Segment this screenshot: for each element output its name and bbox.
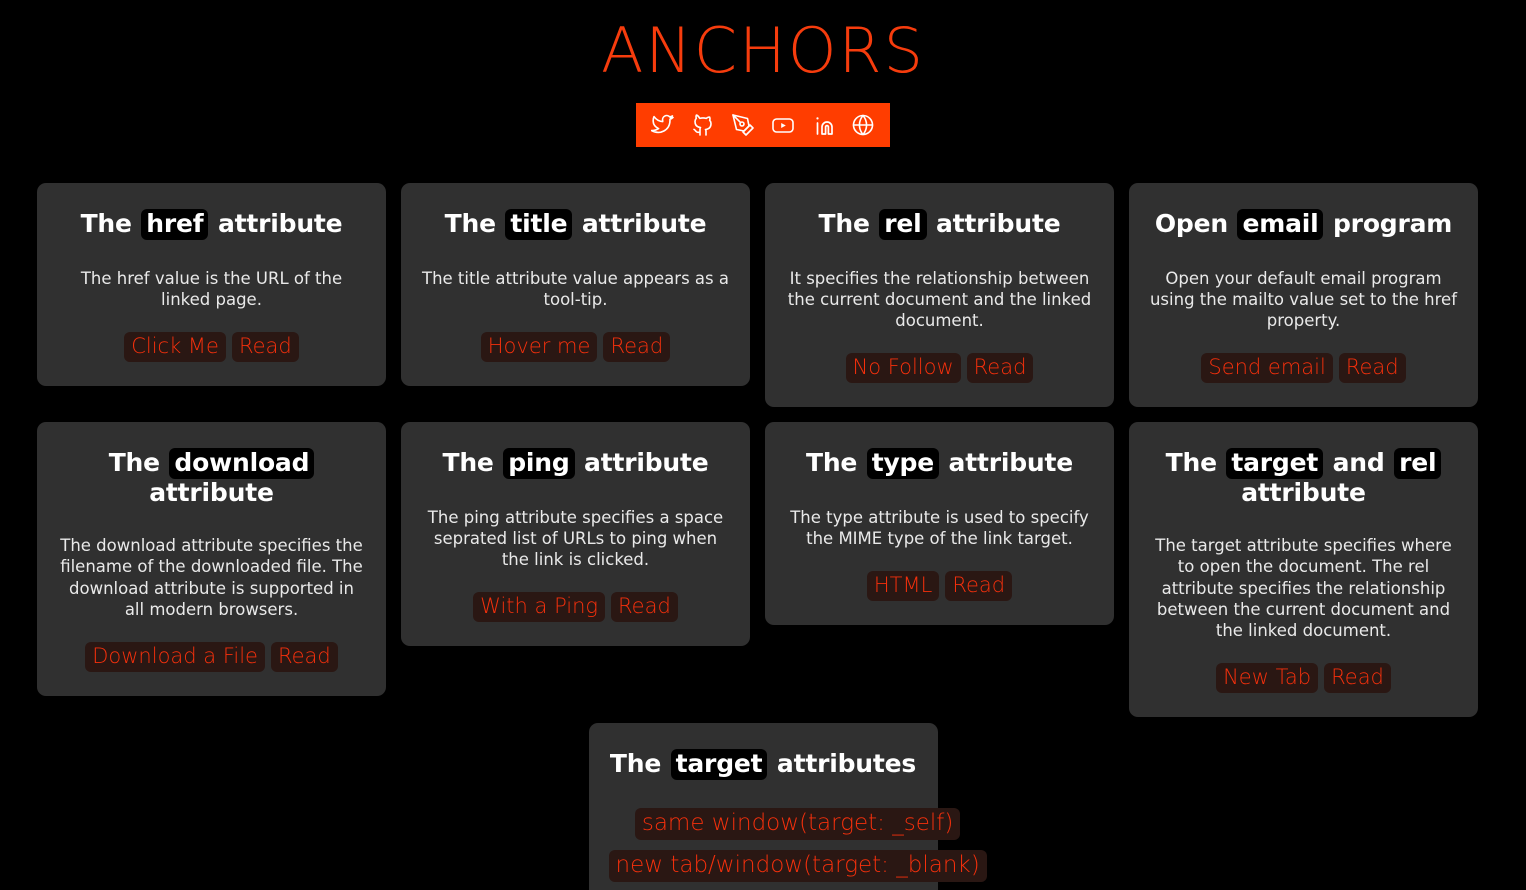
card-type: The type attribute The type attribute is… — [765, 421, 1114, 625]
title-keyword: download — [169, 447, 315, 479]
action-link[interactable]: No Follow — [845, 353, 961, 383]
title-prefix: The — [1165, 447, 1227, 477]
pen-tool-icon[interactable] — [730, 112, 756, 138]
title-suffix: attributes — [767, 749, 917, 778]
card-title: The rel attribute — [785, 209, 1094, 240]
title-prefix: The — [609, 749, 671, 778]
title-prefix: The — [108, 447, 170, 477]
title-suffix: attribute — [1241, 477, 1366, 507]
card-description: It specifies the relationship between th… — [787, 268, 1092, 330]
read-link[interactable]: Read — [270, 641, 338, 672]
title-suffix: attribute — [572, 209, 707, 238]
action-link[interactable]: New Tab — [1216, 662, 1319, 693]
target-self-link[interactable]: same window(target: _self) — [634, 807, 961, 840]
card-links: Click Me Read — [57, 331, 366, 362]
card-links: New Tab Read — [1149, 662, 1458, 693]
card-links: Send email Read — [1149, 353, 1458, 383]
social-bar-wrapper — [0, 103, 1526, 147]
title-prefix: The — [805, 447, 867, 477]
card-title: The href attribute — [57, 209, 366, 240]
title-prefix: The — [442, 447, 504, 477]
card-download: The download attribute The download attr… — [37, 421, 386, 696]
card-target-attributes: The target attributes same window(target… — [588, 723, 987, 890]
read-link[interactable]: Read — [1338, 353, 1406, 383]
card-links: With a Ping Read — [421, 591, 730, 622]
twitter-icon[interactable] — [650, 112, 676, 138]
title-keyword: ping — [503, 447, 575, 479]
card-description: The title attribute value appears as a t… — [422, 268, 729, 309]
read-link[interactable]: Read — [603, 331, 671, 362]
bottom-card-wrapper: The target attributes same window(target… — [0, 723, 1526, 890]
title-keyword: type — [866, 447, 940, 479]
card-description: The download attribute specifies the fil… — [60, 536, 363, 619]
card-ping: The ping attribute The ping attribute sp… — [401, 421, 750, 646]
globe-icon[interactable] — [850, 112, 876, 138]
anchors-page: ANCHORS The href attribute The href valu… — [0, 0, 1526, 890]
title-suffix: attribute — [149, 477, 274, 507]
read-link[interactable]: Read — [966, 353, 1034, 383]
read-link[interactable]: Read — [611, 591, 678, 622]
title-keyword: rel — [879, 209, 927, 240]
title-keyword-secondary: rel — [1394, 447, 1442, 479]
cards-grid: The href attribute The href value is the… — [37, 183, 1489, 717]
card-title: The target attributes — [609, 749, 918, 780]
title-middle: and — [1323, 447, 1395, 477]
card-email: Open email program Open your default ema… — [1129, 183, 1478, 407]
card-title-attribute: The title attribute The title attribute … — [401, 183, 750, 386]
card-href: The href attribute The href value is the… — [37, 183, 386, 386]
card-title: The title attribute — [421, 209, 730, 240]
title-suffix: attribute — [939, 447, 1074, 477]
target-blank-link[interactable]: new tab/window(target: _blank) — [608, 849, 987, 882]
youtube-icon[interactable] — [770, 112, 796, 138]
read-link[interactable]: Read — [945, 570, 1013, 601]
action-link[interactable]: With a Ping — [473, 591, 606, 622]
card-description: The target attribute specifies where to … — [1155, 536, 1452, 640]
title-prefix: The — [444, 209, 506, 238]
card-links: Hover me Read — [421, 331, 730, 362]
card-title: The ping attribute — [421, 447, 730, 479]
title-prefix: The — [818, 209, 880, 238]
card-links: No Follow Read — [785, 353, 1094, 383]
card-title: The download attribute — [57, 447, 366, 508]
action-link[interactable]: Send email — [1201, 353, 1333, 383]
action-link[interactable]: Download a File — [85, 641, 265, 672]
title-suffix: attribute — [926, 209, 1061, 238]
social-bar — [636, 103, 890, 147]
card-title: The target and rel attribute — [1149, 447, 1458, 508]
action-link[interactable]: Click Me — [124, 331, 226, 362]
card-links: HTML Read — [785, 570, 1094, 601]
card-description: The ping attribute specifies a space sep… — [427, 507, 724, 569]
title-prefix: The — [80, 209, 142, 238]
linkedin-icon[interactable] — [810, 112, 836, 138]
card-links: Download a File Read — [57, 641, 366, 672]
card-description: Open your default email program using th… — [1149, 268, 1458, 330]
title-keyword: href — [141, 209, 209, 240]
card-links: same window(target: _self) new tab/windo… — [608, 807, 987, 882]
title-keyword: title — [505, 209, 573, 240]
card-description: The href value is the URL of the linked … — [80, 268, 343, 309]
title-suffix: program — [1323, 209, 1453, 238]
card-rel: The rel attribute It specifies the relat… — [765, 183, 1114, 407]
title-keyword: email — [1237, 209, 1324, 240]
card-target-rel: The target and rel attribute The target … — [1129, 421, 1478, 717]
card-description: The type attribute is used to specify th… — [790, 507, 1089, 548]
card-title: The type attribute — [785, 447, 1094, 479]
title-suffix: attribute — [208, 209, 343, 238]
title-prefix: Open — [1154, 209, 1238, 238]
title-keyword: target — [1226, 447, 1324, 479]
page-title: ANCHORS — [601, 14, 925, 87]
github-icon[interactable] — [690, 112, 716, 138]
read-link[interactable]: Read — [1324, 662, 1391, 693]
card-title: Open email program — [1149, 209, 1458, 240]
action-link[interactable]: HTML — [866, 570, 940, 601]
read-link[interactable]: Read — [231, 331, 299, 362]
title-keyword: target — [670, 749, 768, 780]
title-suffix: attribute — [574, 447, 709, 477]
action-link[interactable]: Hover me — [480, 331, 598, 362]
